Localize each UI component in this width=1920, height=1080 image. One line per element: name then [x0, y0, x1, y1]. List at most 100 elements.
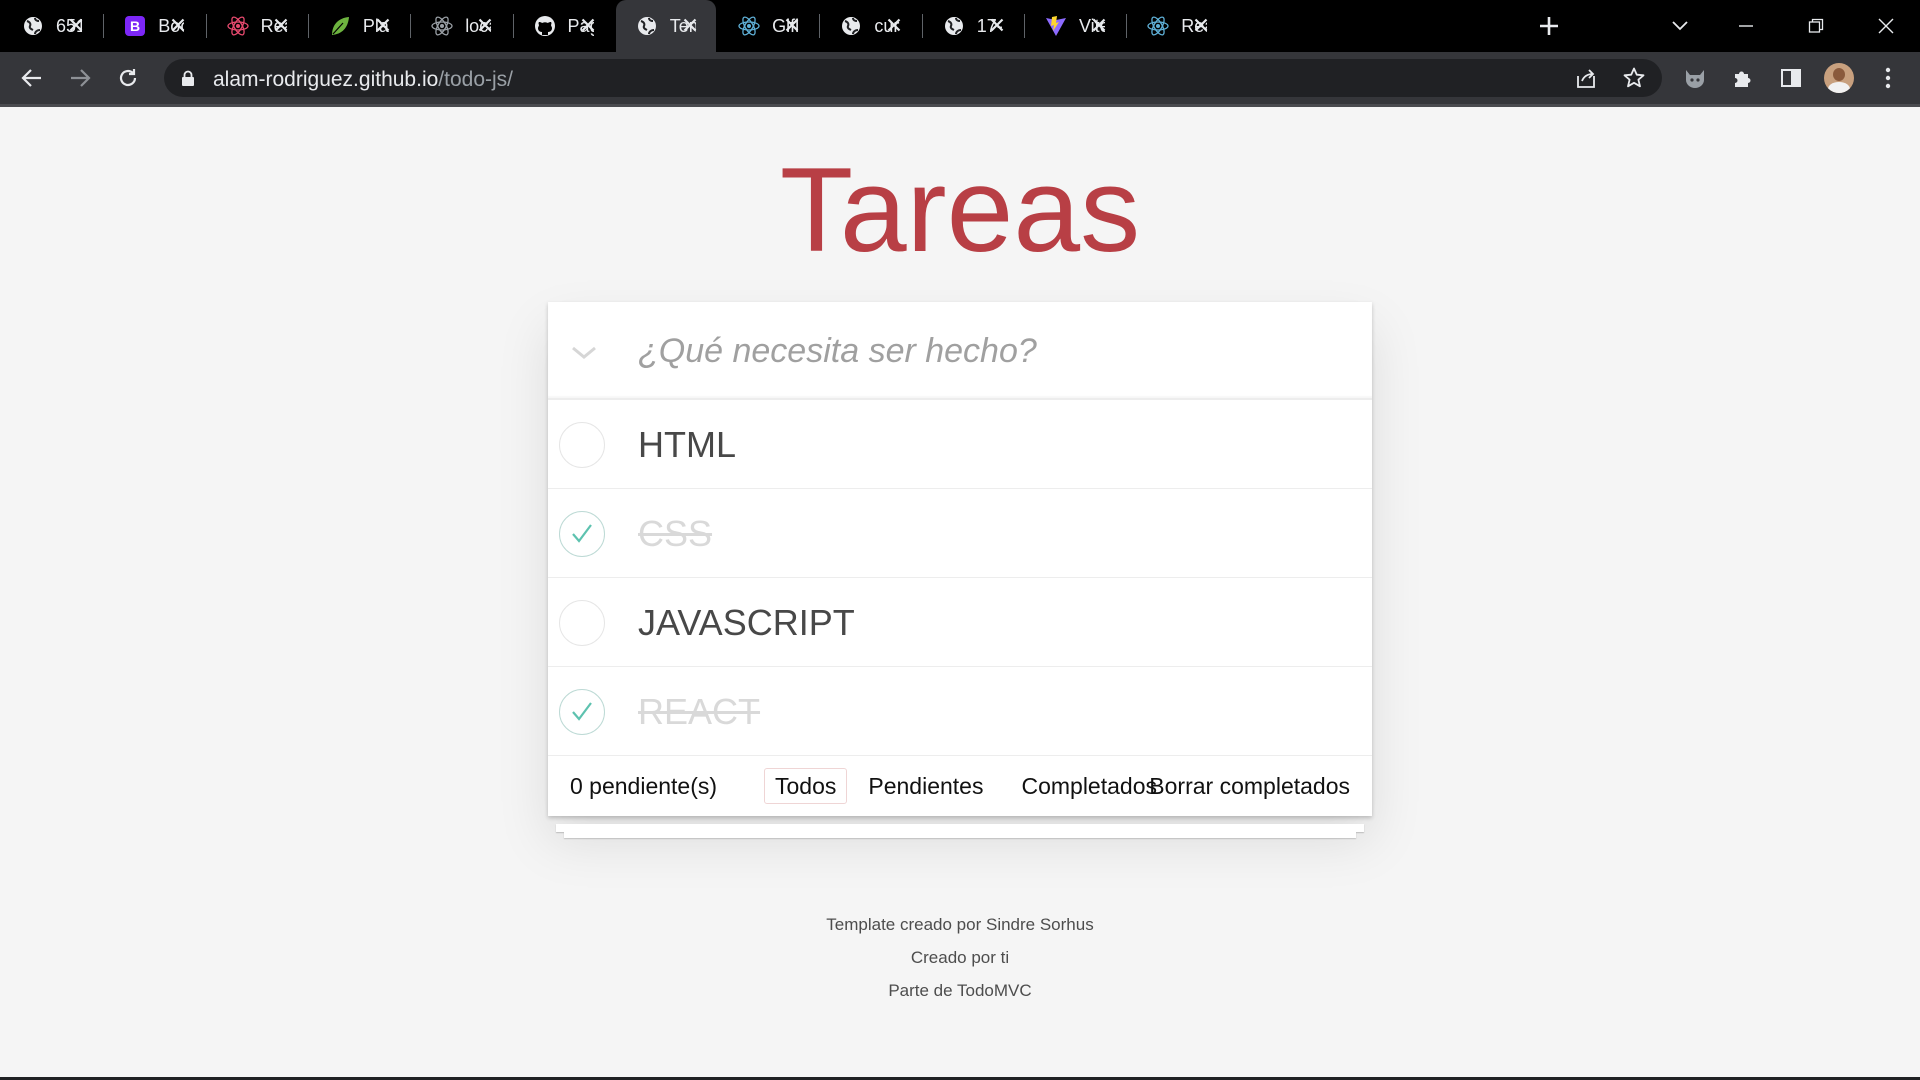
browser-toolbar: alam-rodriguez.github.io/todo-js/	[0, 52, 1920, 104]
browser-tab[interactable]: loca	[411, 0, 511, 52]
close-window-button[interactable]	[1868, 8, 1904, 44]
browser-tab[interactable]: 17-	[923, 0, 1023, 52]
browser-tab[interactable]: Rea	[207, 0, 307, 52]
browser-tab[interactable]: Tem	[615, 0, 716, 52]
new-tab-button[interactable]	[1535, 12, 1563, 40]
filter-all[interactable]: Todos	[764, 768, 848, 804]
new-todo-input[interactable]	[638, 322, 1348, 380]
cat-extension-icon[interactable]	[1679, 62, 1711, 94]
profile-avatar[interactable]	[1824, 63, 1854, 93]
vite-icon	[1045, 15, 1067, 37]
close-tab-icon[interactable]	[576, 13, 600, 37]
globe-icon	[636, 15, 658, 37]
todo-label[interactable]: REACT	[638, 691, 760, 733]
react-icon	[226, 15, 249, 37]
close-tab-icon[interactable]	[780, 13, 804, 37]
todo-label[interactable]: CSS	[638, 513, 712, 555]
close-tab-icon[interactable]	[1189, 13, 1213, 37]
todo-label[interactable]: JAVASCRIPT	[638, 602, 855, 644]
todo-label[interactable]: HTML	[638, 424, 736, 466]
todo-item: JAVASCRIPT	[548, 578, 1372, 667]
toolbar-divider	[0, 104, 1920, 107]
tab-separator	[307, 14, 309, 38]
url-path: /todo-js/	[438, 68, 513, 91]
tab-separator	[512, 14, 514, 38]
extensions-puzzle-icon[interactable]	[1727, 62, 1759, 94]
svg-text:B: B	[130, 18, 140, 34]
close-tab-icon[interactable]	[166, 13, 190, 37]
todo-item: REACT	[548, 667, 1372, 756]
globe-icon	[22, 15, 44, 37]
info-todomvc-link[interactable]: Parte de TodoMVC	[0, 981, 1920, 1001]
lock-icon	[181, 70, 195, 91]
browser-tab[interactable]: Pag	[514, 0, 614, 52]
pending-count: 0 pendiente(s)	[570, 773, 718, 799]
tab-separator	[103, 14, 105, 38]
react-icon	[1147, 15, 1169, 37]
tab-search-button[interactable]	[1662, 8, 1698, 44]
url-host: alam-rodriguez.github.io	[213, 68, 439, 91]
new-todo-row	[548, 302, 1372, 400]
bookmark-star-icon[interactable]	[1620, 64, 1648, 92]
todo-checkbox[interactable]	[559, 422, 605, 468]
react-icon	[431, 15, 453, 37]
close-tab-icon[interactable]	[1087, 13, 1111, 37]
tab-separator	[921, 14, 923, 38]
checkmark-icon	[572, 524, 592, 543]
minimize-button[interactable]	[1728, 8, 1764, 44]
todo-footer: 0 pendiente(s) Todos Pendientes Completado…	[548, 756, 1372, 816]
filter-active[interactable]: Pendientes	[857, 768, 994, 804]
share-icon[interactable]	[1572, 64, 1600, 92]
todo-item: HTML	[548, 400, 1372, 489]
browser-tab[interactable]: Gifl	[718, 0, 818, 52]
bootstrap-icon: B	[124, 15, 146, 37]
page-title: Tareas	[779, 143, 1141, 277]
url-text: alam-rodriguez.github.io/todo-js/	[213, 68, 513, 92]
clear-completed-button[interactable]: Borrar completados	[1149, 773, 1350, 800]
todo-item: CSS	[548, 489, 1372, 578]
close-tab-icon[interactable]	[882, 13, 906, 37]
todo-checkbox[interactable]	[559, 511, 605, 557]
info-credit-template: Template creado por Sindre Sorhus	[826, 915, 1094, 934]
browser-tab[interactable]: Rea	[1127, 0, 1227, 52]
checkmark-icon	[572, 702, 592, 721]
leaf-icon	[329, 15, 351, 37]
stacked-paper-1	[556, 824, 1364, 832]
side-panel-icon[interactable]	[1775, 62, 1807, 94]
browser-tab[interactable]: Plan	[309, 0, 409, 52]
stacked-paper-2	[564, 832, 1356, 838]
reload-button[interactable]	[112, 62, 144, 94]
close-tab-icon[interactable]	[678, 13, 702, 37]
github-icon	[534, 15, 556, 37]
back-button[interactable]	[16, 62, 48, 94]
todo-checkbox[interactable]	[559, 689, 605, 735]
todo-list: HTML CSS JAVASCRIPT REACT	[548, 400, 1372, 756]
browser-tab[interactable]: curr	[820, 0, 920, 52]
filter-completed[interactable]: Completados	[1010, 768, 1168, 804]
tab-separator	[819, 14, 821, 38]
browser-tab[interactable]: 651	[2, 0, 102, 52]
tab-separator	[1126, 14, 1128, 38]
tab-strip: 651BBooReaPlanlocaPagTemGiflcurr17-ViteR…	[0, 0, 1920, 52]
info-credit-author: Creado por ti	[910, 948, 1010, 967]
todo-app: HTML CSS JAVASCRIPT REACT 0 pendiente(s) To…	[548, 302, 1372, 816]
address-bar[interactable]: alam-rodriguez.github.io/todo-js/	[164, 59, 1662, 97]
tab-separator	[410, 14, 412, 38]
forward-button[interactable]	[64, 62, 96, 94]
menu-kebab-icon[interactable]	[1872, 62, 1904, 94]
globe-icon	[943, 15, 965, 37]
close-tab-icon[interactable]	[371, 13, 395, 37]
tab-separator	[1024, 14, 1025, 38]
restore-button[interactable]	[1798, 8, 1834, 44]
close-tab-icon[interactable]	[985, 13, 1009, 37]
browser-tab[interactable]: Vite	[1025, 0, 1125, 52]
close-tab-icon[interactable]	[269, 13, 293, 37]
tab-separator	[205, 14, 207, 38]
todo-checkbox[interactable]	[559, 600, 605, 646]
react-icon	[738, 15, 760, 37]
close-tab-icon[interactable]	[64, 13, 88, 37]
browser-tab[interactable]: BBoo	[104, 0, 204, 52]
toggle-all-chevron-icon[interactable]	[568, 336, 600, 368]
close-tab-icon[interactable]	[473, 13, 497, 37]
globe-icon	[840, 15, 862, 37]
